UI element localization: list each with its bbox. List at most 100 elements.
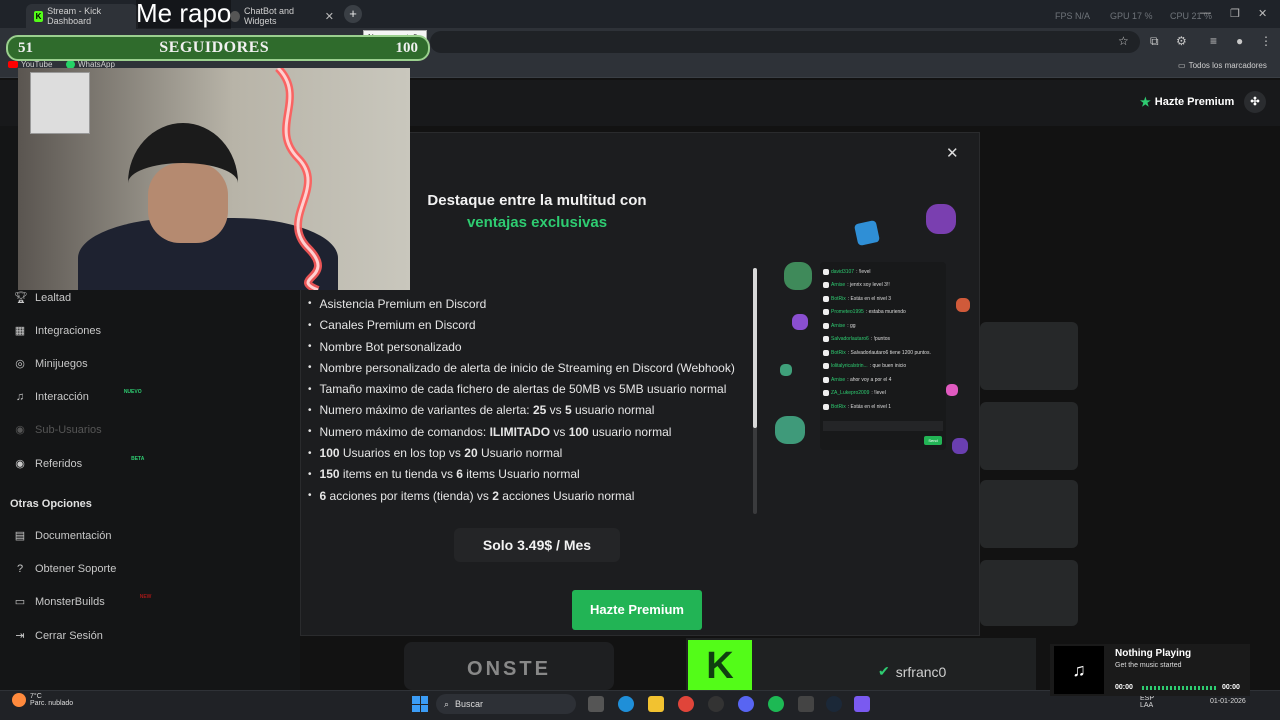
sidebar-item-obtener-soporte[interactable]: ? Obtener Soporte [14, 563, 116, 575]
site-logo-icon[interactable]: ✣ [1244, 91, 1266, 113]
feature-item: Nombre Bot personalizado [308, 336, 748, 357]
fps-readout: FPS N/A [1055, 11, 1091, 21]
maximize-icon[interactable]: ❐ [1230, 7, 1240, 20]
window-close-icon[interactable]: ✕ [1258, 7, 1267, 20]
sidebar-item-label: MonsterBuilds [35, 596, 105, 608]
start-button[interactable] [412, 696, 428, 712]
all-bookmarks[interactable]: ▭ Todos los marcadores [1178, 61, 1267, 70]
address-bar[interactable] [430, 31, 1140, 53]
system-tray[interactable]: ESP LAA [1140, 695, 1154, 709]
taskbar-clock[interactable]: 01-01-2026 [1210, 698, 1246, 705]
music-time-end: 00:00 [1222, 684, 1240, 691]
discord-icon[interactable] [738, 696, 754, 712]
chat-username: Prometeo1995 [831, 309, 864, 316]
obs-icon[interactable] [708, 696, 724, 712]
chat-username: ZA_Lukepro2009 [831, 390, 870, 397]
sidebar-item-lealtad[interactable]: 🏆︎ Lealtad [14, 292, 71, 304]
connected-user-name: srfranc0 [895, 663, 947, 680]
bookmark-star-icon[interactable]: ☆ [1118, 34, 1129, 48]
logout-icon: ⇥ [15, 630, 25, 642]
chat-message: Arnise: gg [823, 319, 943, 333]
star-icon: ★ [1140, 95, 1151, 109]
sidebar-item-label: Referidos [35, 458, 83, 470]
header-premium-button[interactable]: ★ Hazte Premium [1140, 95, 1234, 109]
botrix-favicon-icon [230, 10, 240, 22]
music-note-icon: ♫ [15, 391, 25, 403]
sidebar-item-interaccion[interactable]: ♫ Interacción NUEVO [14, 389, 142, 403]
spotify-icon[interactable] [768, 696, 784, 712]
tab-chatbot-widgets[interactable]: ChatBot and Widgets ✕ [222, 4, 342, 28]
sidebar-item-sub-usuarios[interactable]: ◉ Sub-Usuarios [14, 424, 101, 436]
stream-overlay-title: Me rapo [136, 0, 232, 29]
profile-avatar[interactable]: ● [1236, 34, 1243, 48]
sidebar-item-label: Documentación [35, 530, 112, 542]
premium-cta-button[interactable]: Hazte Premium [572, 590, 702, 630]
new-tab-button[interactable]: + [344, 5, 362, 23]
background-card [980, 322, 1078, 390]
monitor-icon: ▭ [14, 596, 26, 608]
tab-label: ChatBot and Widgets [243, 6, 294, 26]
sidebar-item-label: Integraciones [35, 325, 102, 337]
sidebar-item-cerrar-sesion[interactable]: ⇥ Cerrar Sesión [14, 630, 102, 642]
sidebar-item-label: Obtener Soporte [35, 563, 117, 575]
reading-list-icon[interactable]: ≡ [1210, 34, 1217, 48]
chat-message: BotRix: Estás en el nivel 3 [823, 292, 943, 306]
background-card [980, 480, 1078, 548]
chat-text: : Estás en el nivel 3 [847, 295, 892, 302]
chat-message: Prometeo1995: estaba muriendo [823, 306, 943, 320]
close-tab-icon[interactable]: ✕ [325, 10, 334, 23]
taskbar-search-placeholder: Buscar [455, 699, 484, 709]
app-icon[interactable] [854, 696, 870, 712]
chrome-icon[interactable] [678, 696, 694, 712]
kick-favicon-icon: K [34, 10, 44, 22]
sidebar-item-integraciones[interactable]: ▦ Integraciones [14, 325, 101, 337]
sidebar-item-monsterbuilds[interactable]: ▭ MonsterBuilds NEW [14, 594, 152, 608]
sidebar-item-referidos[interactable]: ◉ Referidos BETA [14, 456, 144, 470]
sidebar-item-documentacion[interactable]: ▤ Documentación [14, 530, 112, 542]
steam-icon[interactable] [826, 696, 842, 712]
sidebar-item-label: Interacción [35, 391, 89, 403]
chat-message: ZA_Lukepro2009: !level [823, 387, 943, 401]
feature-text: 100 Usuarios en los top vs 20 Usuario no… [319, 446, 563, 461]
feature-scrollbar-thumb[interactable] [753, 268, 757, 428]
task-view-icon[interactable] [588, 696, 604, 712]
chat-text: : gg [847, 322, 856, 329]
chat-badge-icon [823, 403, 829, 410]
modal-close-icon[interactable]: ✕ [946, 144, 959, 162]
edge-icon[interactable] [618, 696, 634, 712]
feature-item: 6 acciones por items (tienda) vs 2 accio… [308, 485, 748, 506]
epic-games-icon[interactable] [798, 696, 814, 712]
chat-username: BotRix [831, 349, 846, 356]
feature-text: Canales Premium en Discord [319, 318, 476, 333]
weather-desc: Parc. nublado [30, 700, 74, 707]
extensions-icon[interactable]: ⚙ [1176, 34, 1187, 48]
sidebar-section-title: Otras Opciones [10, 498, 92, 510]
music-title: Nothing Playing [1115, 648, 1192, 659]
new-badge: NEW [139, 594, 152, 600]
feature-text: Nombre Bot personalizado [319, 339, 462, 354]
music-time-start: 00:00 [1115, 684, 1133, 691]
feature-text: Tamaño maximo de cada fichero de alertas… [319, 382, 727, 397]
chat-text: : !puntos [870, 336, 890, 343]
menu-icon[interactable]: ⋮ [1260, 34, 1272, 48]
chat-text: : ahor voy a por el 4 [847, 376, 892, 383]
minimize-icon[interactable]: — [1200, 7, 1211, 19]
sidebar-item-minijuegos[interactable]: ◎ Minijuegos [14, 358, 87, 370]
keyboard-language: ESP [1140, 695, 1155, 702]
document-icon: ▤ [14, 530, 26, 542]
small-emote-icon [780, 364, 792, 376]
weather-widget[interactable]: 7°C Parc. nublado [12, 693, 73, 707]
music-subtitle: Get the music started [1115, 662, 1182, 669]
small-emote-icon [956, 298, 970, 312]
small-emote-icon [952, 438, 968, 454]
taskbar-search[interactable]: ⌕ Buscar [436, 694, 576, 714]
chat-preview-send: Send [924, 436, 942, 445]
file-explorer-icon[interactable] [648, 696, 664, 712]
tab-kick-dashboard[interactable]: K Stream - Kick Dashboard [26, 4, 138, 28]
translate-icon[interactable]: ⧉ [1150, 34, 1159, 49]
trophy-icon: 🏆︎ [14, 292, 28, 304]
feature-item: Nombre personalizado de alerta de inicio… [308, 357, 748, 378]
feature-item: Numero máximo de variantes de alerta: 25… [308, 400, 748, 421]
chat-badge-icon [823, 349, 829, 356]
feature-item: Asistencia Premium en Discord [308, 293, 748, 314]
